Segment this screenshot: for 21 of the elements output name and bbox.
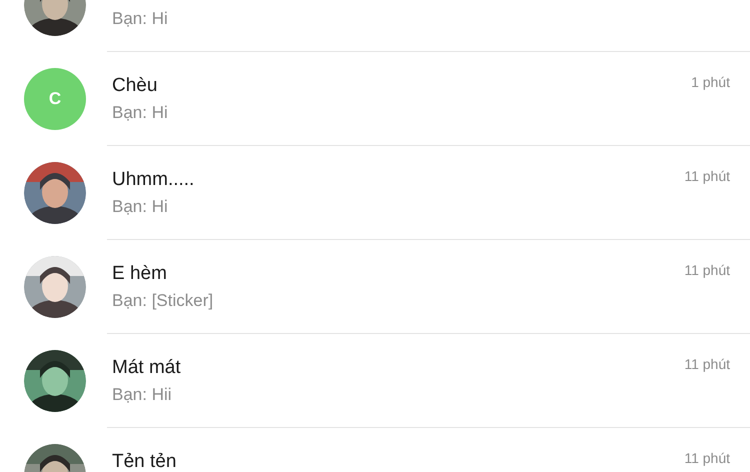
conversation-item[interactable]: Mát mát Bạn: Hii 11 phút xyxy=(0,334,750,428)
message-preview: Bạn: Hi xyxy=(112,102,168,122)
message-time: 11 phút xyxy=(684,167,730,186)
conversation-item[interactable]: E hèm Bạn: [Sticker] 11 phút xyxy=(0,240,750,334)
message-preview: Bạn: Hi xyxy=(112,196,168,216)
contact-name: E hèm xyxy=(112,262,167,284)
message-preview: Bạn: Hi xyxy=(112,8,168,28)
message-time: 11 phút xyxy=(684,355,730,374)
message-time: 11 phút xyxy=(684,261,730,280)
contact-name: Tẻn tẻn xyxy=(112,451,176,472)
message-preview: Bạn: Hii xyxy=(112,384,172,404)
message-time: 1 phút xyxy=(691,73,730,92)
conversation-item[interactable]: Tẻn tẻn 11 phút xyxy=(0,428,750,472)
conversation-item[interactable]: Uhmm..... Bạn: Hi 11 phút xyxy=(0,146,750,240)
contact-name: Uhmm..... xyxy=(112,168,194,190)
contact-name: Mát mát xyxy=(112,356,181,378)
message-time: 11 phút xyxy=(684,449,730,468)
contact-name: Chèu xyxy=(112,74,158,96)
conversation-item[interactable]: C Chèu Bạn: Hi 1 phút xyxy=(0,52,750,146)
avatar: C xyxy=(24,68,86,130)
message-preview: Bạn: [Sticker] xyxy=(112,290,214,310)
